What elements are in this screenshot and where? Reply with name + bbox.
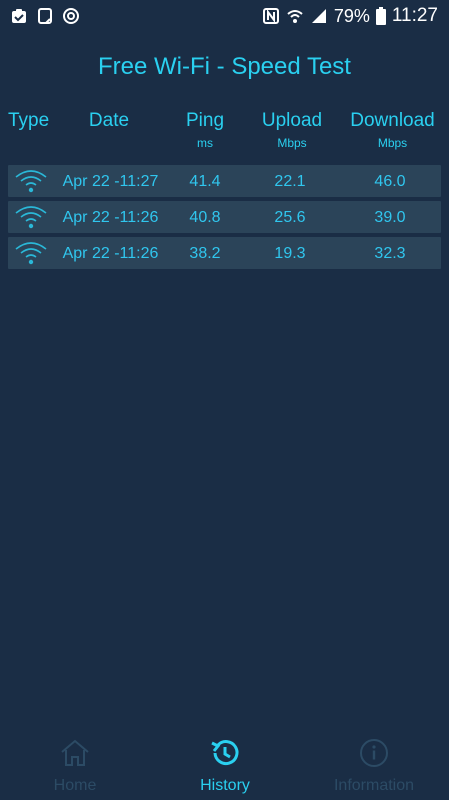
- row-upload: 22.1: [274, 173, 306, 190]
- history-row[interactable]: Apr 22 -11:26 40.8 25.6 39.0: [8, 201, 441, 233]
- info-icon: [360, 739, 388, 767]
- row-ping: 40.8: [189, 209, 221, 226]
- wifi-icon: [15, 170, 47, 193]
- nav-information-label: Information: [333, 777, 415, 794]
- wifi-icon: [15, 242, 47, 265]
- header-type: Type: [8, 110, 50, 132]
- system-icons: 79% 11:27: [262, 5, 438, 27]
- row-download: 32.3: [374, 245, 406, 262]
- history-row[interactable]: Apr 22 -11:27 41.4 22.1 46.0: [8, 165, 441, 197]
- row-date: Apr 22 -11:27: [62, 173, 159, 190]
- status-bar: 79% 11:27: [0, 0, 449, 34]
- row-download: 39.0: [374, 209, 406, 226]
- speedometer-icon: [63, 8, 79, 24]
- header-ping-unit: ms: [197, 136, 213, 150]
- wifi-status-icon: [287, 10, 303, 23]
- row-download: 46.0: [374, 173, 406, 190]
- home-icon: [61, 739, 89, 766]
- header-ping: Ping ms: [175, 110, 235, 150]
- bottom-navigation: Home History Information: [0, 730, 449, 800]
- tablet-icon: [38, 8, 52, 24]
- header-ping-label: Ping: [185, 110, 225, 131]
- header-upload-label: Upload: [261, 110, 323, 131]
- battery-icon: [375, 7, 386, 25]
- row-upload: 25.6: [274, 209, 306, 226]
- header-date: Date: [70, 110, 148, 132]
- header-upload: Upload Mbps: [252, 110, 332, 150]
- wifi-icon: [15, 206, 47, 229]
- header-download-unit: Mbps: [377, 136, 408, 150]
- row-upload: 19.3: [274, 245, 306, 262]
- row-date: Apr 22 -11:26: [62, 245, 159, 262]
- clock: 11:27: [391, 5, 438, 26]
- notification-icons: [10, 7, 80, 25]
- battery-percentage: 79%: [333, 5, 370, 26]
- row-date: Apr 22 -11:26: [62, 209, 159, 226]
- nav-home-label: Home: [53, 777, 97, 794]
- nfc-icon: [262, 8, 279, 24]
- row-ping: 41.4: [189, 173, 221, 190]
- header-date-label: Date: [88, 110, 130, 131]
- page-title: Free Wi-Fi - Speed Test: [98, 53, 351, 80]
- history-row[interactable]: Apr 22 -11:26 38.2 19.3 32.3: [8, 237, 441, 269]
- history-icon: [211, 740, 239, 766]
- header-download: Download Mbps: [345, 110, 440, 150]
- signal-icon: [311, 9, 326, 23]
- clipboard-check-icon: [12, 9, 26, 23]
- nav-history[interactable]: History: [150, 738, 300, 795]
- header-upload-unit: Mbps: [277, 136, 307, 150]
- header-download-label: Download: [350, 110, 435, 131]
- row-ping: 38.2: [189, 245, 221, 262]
- nav-history-label: History: [200, 777, 250, 794]
- nav-home[interactable]: Home: [0, 738, 150, 795]
- nav-information[interactable]: Information: [299, 738, 449, 795]
- header-type-label: Type: [8, 110, 50, 131]
